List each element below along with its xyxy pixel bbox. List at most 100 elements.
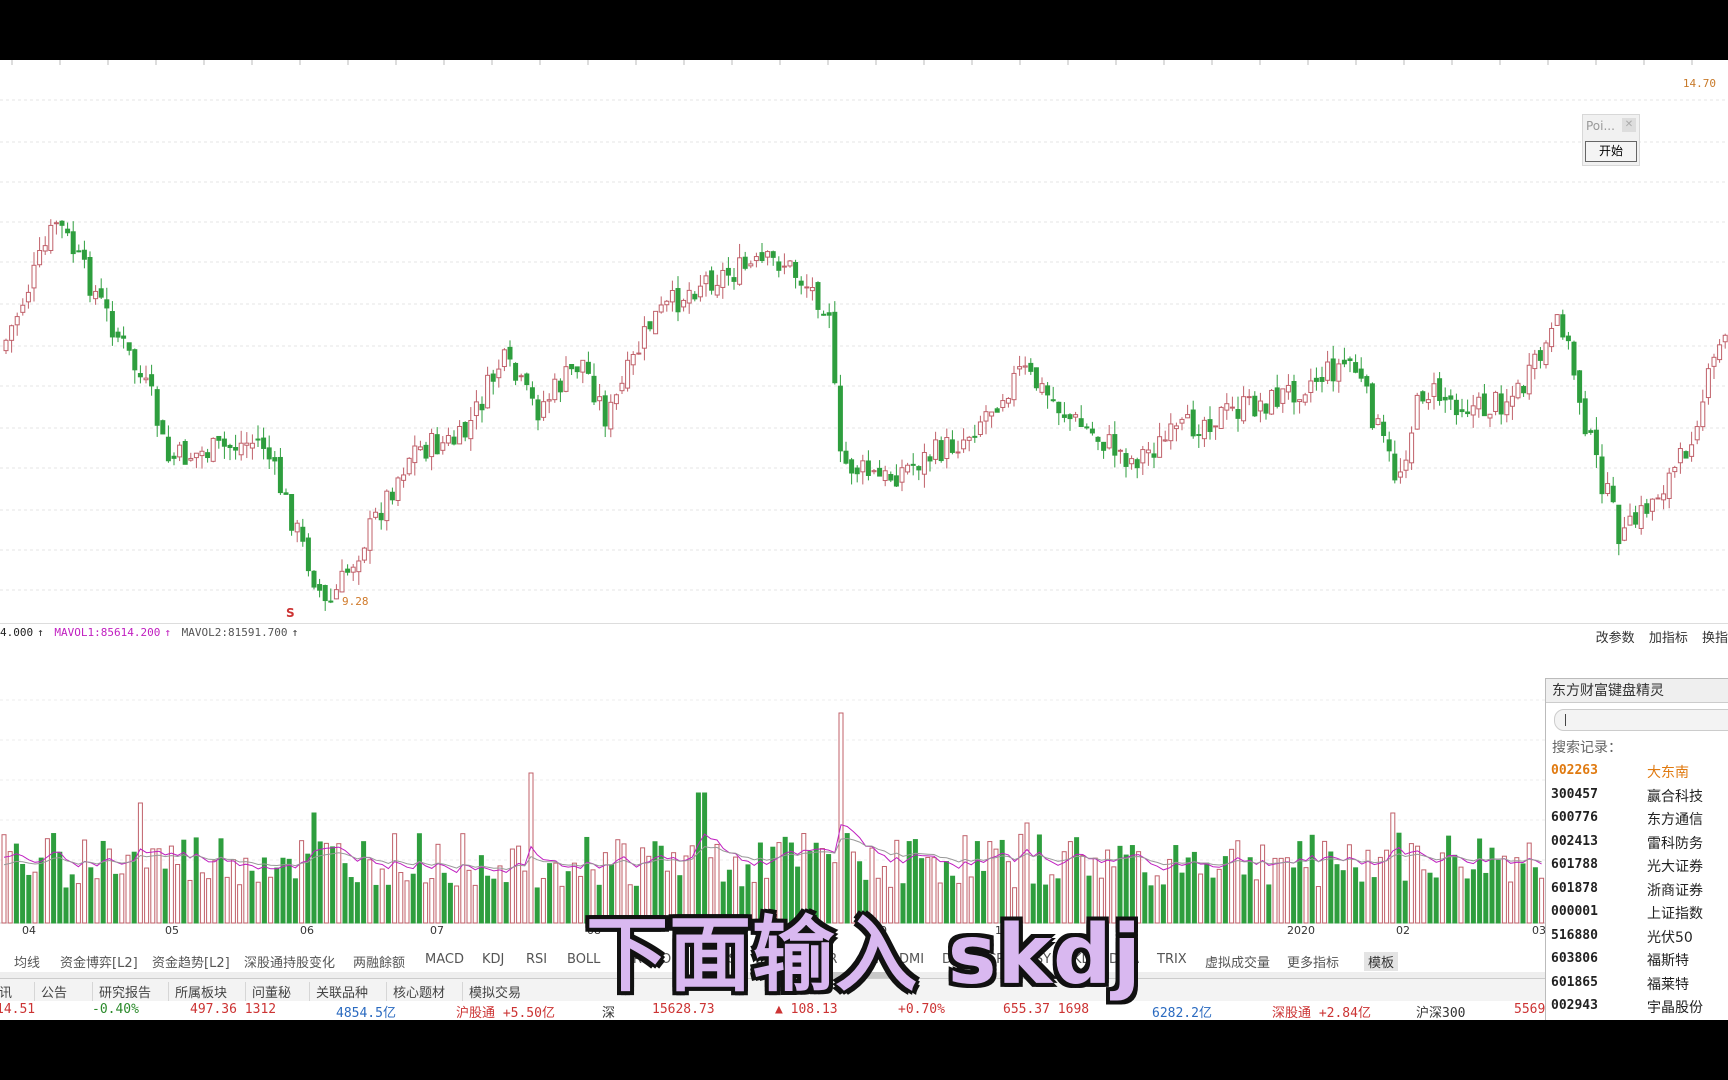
candle-body (434, 434, 440, 455)
candle-body (1207, 419, 1213, 432)
candle-body (1297, 399, 1303, 403)
candle-body (412, 445, 418, 464)
stock-code: 600776 (1551, 810, 1598, 825)
candle-body (1218, 406, 1224, 429)
candle-body (793, 261, 799, 278)
candle-body (1084, 426, 1090, 429)
candle-body (1420, 391, 1426, 402)
candle-body (1050, 399, 1056, 402)
candle-body (770, 251, 776, 258)
list-item[interactable]: 600776 东方通信 (1551, 808, 1728, 832)
candle-body (709, 270, 715, 291)
candle-body (305, 537, 311, 572)
candle-body (1358, 368, 1364, 379)
candle-body (1039, 383, 1045, 393)
candle-body (613, 394, 619, 405)
candle-body (1291, 380, 1297, 403)
candle-body (933, 439, 939, 460)
candle-body (1308, 380, 1314, 393)
candle-body (1453, 399, 1459, 416)
list-item[interactable]: 002263 大东南 (1551, 761, 1728, 785)
close-icon[interactable]: ✕ (1622, 118, 1636, 132)
candle-body (1201, 419, 1207, 440)
candle-body (227, 444, 233, 449)
candle-body (1073, 414, 1079, 418)
candle-body (1599, 456, 1605, 495)
candle-body (272, 457, 278, 462)
candle-body (440, 442, 446, 451)
candle-body (322, 584, 328, 602)
candle-body (401, 474, 407, 481)
list-item[interactable]: 002413 雷科防务 (1551, 832, 1728, 856)
candle-body (653, 310, 659, 335)
edit-params-link[interactable]: 改参数 (1596, 631, 1635, 646)
candle-body (177, 444, 183, 458)
candle-body (910, 463, 916, 466)
candle-body (714, 284, 720, 296)
stock-code: 002263 (1551, 763, 1598, 778)
candle-body (1577, 370, 1583, 403)
candle-body (658, 304, 664, 313)
candle-body (1448, 395, 1454, 400)
start-button[interactable]: 开始 (1585, 141, 1637, 162)
candle-body (468, 420, 474, 440)
candle-body (423, 444, 429, 459)
candle-body (753, 256, 759, 262)
candle-body (1302, 394, 1308, 403)
candle-body (1353, 362, 1359, 373)
switch-indicator-link[interactable]: 换指 (1702, 631, 1728, 646)
candle-body (160, 420, 166, 435)
candle-body (1095, 436, 1101, 442)
search-input[interactable] (1554, 709, 1728, 731)
candle-body (1106, 434, 1112, 449)
candlestick-volume-chart[interactable] (0, 60, 1728, 1020)
candle-body (378, 512, 384, 521)
candle-body (1644, 503, 1650, 514)
candle-body (221, 438, 227, 447)
keyboard-sprite-title: 东方财富键盘精灵 (1546, 679, 1728, 703)
candle-body (949, 439, 955, 453)
volume-legend: 4.000 ↑ MAVOL1:85614.200 ↑ MAVOL2:81591.70… (0, 626, 302, 639)
candle-body (328, 600, 334, 603)
candle-body (882, 470, 888, 482)
list-item[interactable]: 601788 光大证券 (1551, 855, 1728, 879)
candle-body (625, 359, 631, 389)
candle-body (1134, 459, 1140, 469)
candle-body (53, 222, 59, 225)
candle-body (546, 399, 552, 402)
candle-body (1700, 401, 1706, 428)
candle-body (1677, 448, 1683, 464)
candle-body (31, 264, 37, 289)
candle-body (289, 494, 295, 531)
candle-body (1588, 430, 1594, 433)
candle-body (261, 437, 267, 449)
candle-body (905, 464, 911, 473)
list-item[interactable]: 300457 赢合科技 (1551, 785, 1728, 809)
candle-body (731, 277, 737, 282)
candle-body (1655, 497, 1661, 500)
candle-body (574, 366, 580, 373)
add-indicator-link[interactable]: 加指标 (1649, 631, 1688, 646)
candle-body (1325, 361, 1331, 381)
candle-body (1157, 436, 1163, 458)
candle-body (961, 439, 967, 450)
candle-body (333, 589, 339, 600)
candle-body (361, 547, 367, 561)
candle-body (1392, 453, 1398, 481)
candle-body (1213, 425, 1219, 428)
candle-body (888, 474, 894, 481)
candle-body (513, 362, 519, 381)
candle-body (798, 280, 804, 286)
candle-body (1196, 434, 1202, 437)
candle-body (9, 325, 15, 341)
candle-body (686, 289, 692, 304)
candle-body (1173, 425, 1179, 430)
candle-body (552, 378, 558, 401)
candle-body (1605, 483, 1611, 494)
candle-body (1521, 385, 1527, 394)
candle-body (1633, 512, 1639, 525)
candle-body (445, 435, 451, 444)
candle-body (171, 455, 177, 459)
candle-body (669, 290, 675, 303)
stock-name: 大东南 (1647, 765, 1689, 781)
